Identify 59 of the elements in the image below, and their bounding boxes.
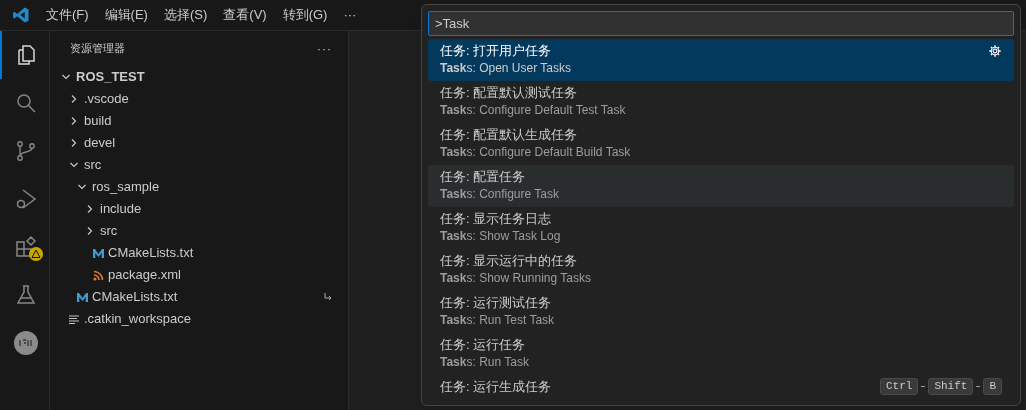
tree-item[interactable]: ROS_TEST xyxy=(76,67,145,87)
extensions-icon xyxy=(13,235,38,259)
command-item[interactable]: 任务: 显示任务日志 Tasks: Show Task Log xyxy=(428,207,1014,249)
command-item[interactable]: 任务: 运行生成任务 Ctrl Shift B xyxy=(428,375,1014,405)
command-title: 任务: 配置任务 xyxy=(440,168,527,186)
json-icon xyxy=(13,331,38,355)
tree-item[interactable]: ros_sample xyxy=(92,177,160,197)
menu-item[interactable]: ··· xyxy=(337,5,363,25)
command-item[interactable]: 任务: 打开用户任务 Tasks: Open User Tasks xyxy=(428,39,1014,81)
tree-item[interactable]: package.xml xyxy=(108,265,181,285)
menu-item[interactable]: 文件(F) xyxy=(40,5,95,25)
key-cap: Shift xyxy=(928,378,974,395)
command-input[interactable]: >Task xyxy=(428,11,1014,36)
command-detail: Tasks: Run Test Task xyxy=(440,312,556,328)
command-detail: Tasks: Configure Default Build Task xyxy=(440,144,632,160)
command-item[interactable]: 任务: 显示运行中的任务 Tasks: Show Running Tasks xyxy=(428,249,1014,291)
command-detail: Tasks: Configure Default Test Task xyxy=(440,102,627,118)
menu-item[interactable]: 选择(S) xyxy=(157,5,214,25)
command-title: 任务: 运行任务 xyxy=(440,336,527,354)
menu-item[interactable]: 查看(V) xyxy=(217,5,273,25)
command-title: 任务: 配置默认生成任务 xyxy=(440,126,579,144)
command-title: 任务: 显示运行中的任务 xyxy=(440,252,579,270)
tree-item[interactable]: CMakeLists.txt xyxy=(92,287,178,307)
command-detail: Tasks: Open User Tasks xyxy=(440,60,572,76)
tree-item[interactable]: src xyxy=(100,221,118,241)
command-item[interactable]: 任务: 配置默认生成任务 Tasks: Configure Default Build Task xyxy=(428,123,1014,165)
command-title: 任务: 打开用户任务 xyxy=(440,42,553,60)
command-item[interactable]: 任务: 运行测试任务 Tasks: Run Test Task xyxy=(428,291,1014,333)
command-detail: Tasks: Run Task xyxy=(440,354,530,370)
command-item[interactable]: 任务: 配置默认测试任务 Tasks: Configure Default Test Task xyxy=(428,81,1014,123)
command-detail: Tasks: Configure Task xyxy=(440,186,560,202)
m-letter-icon xyxy=(75,291,89,303)
tree-item[interactable]: devel xyxy=(84,133,116,153)
command-title: 任务: 配置默认测试任务 xyxy=(440,84,579,102)
command-title: 任务: 显示任务日志 xyxy=(440,210,553,228)
command-detail: Tasks: Show Task Log xyxy=(440,228,562,244)
menu-item[interactable]: 转到(G) xyxy=(276,5,334,25)
rss-icon xyxy=(92,269,104,281)
key-cap: B xyxy=(983,378,1002,395)
command-title: 任务: 运行生成任务 xyxy=(440,378,553,396)
command-detail: Tasks: Show Running Tasks xyxy=(440,270,592,286)
settings-icon[interactable] xyxy=(988,44,1002,58)
command-item[interactable]: 任务: 运行任务 Tasks: Run Task xyxy=(428,333,1014,375)
tree-item[interactable]: .vscode xyxy=(84,89,129,109)
tree-item[interactable]: CMakeLists.txt xyxy=(108,243,194,263)
command-item[interactable]: 任务: 配置任务 Tasks: Configure Task xyxy=(428,165,1014,207)
key-cap: Ctrl xyxy=(879,378,919,395)
warning-badge-icon xyxy=(29,247,43,261)
more-actions[interactable]: ··· xyxy=(317,39,332,58)
m-letter-icon xyxy=(91,247,105,259)
panel-title: 资源管理器 xyxy=(70,41,125,57)
tree-item[interactable]: build xyxy=(84,111,112,131)
tree-item[interactable]: include xyxy=(100,199,142,219)
tree-item[interactable]: .catkin_workspace xyxy=(84,309,191,329)
command-title: 任务: 运行测试任务 xyxy=(440,294,553,312)
lines-icon xyxy=(68,314,80,324)
tree-item[interactable]: src xyxy=(84,155,102,175)
app-logo-icon xyxy=(12,6,30,24)
menu-item[interactable]: 编辑(E) xyxy=(98,5,154,25)
